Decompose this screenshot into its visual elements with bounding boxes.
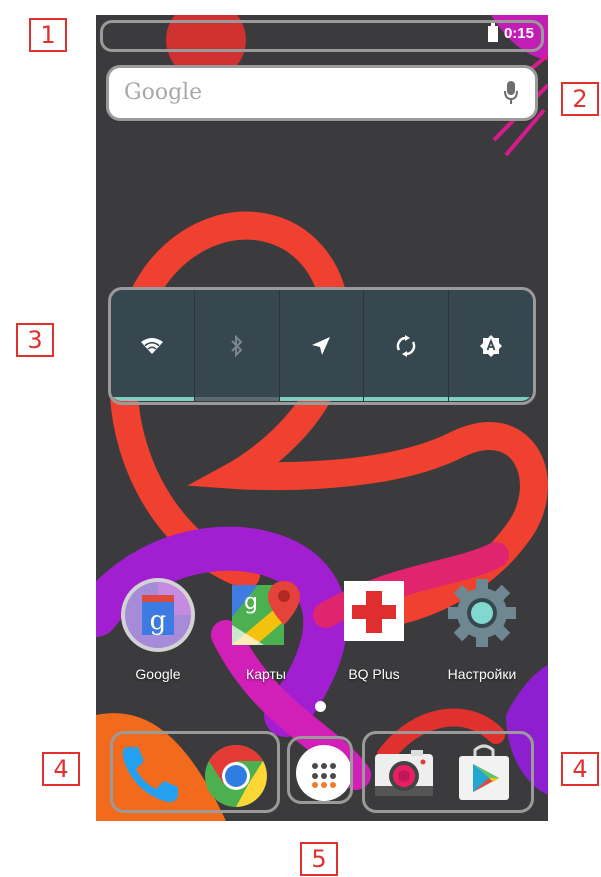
mic-icon[interactable] xyxy=(504,81,518,105)
callout-4-right: 4 xyxy=(561,752,599,786)
qs-state-bar xyxy=(279,397,364,401)
dock-chrome[interactable] xyxy=(203,743,269,809)
location-icon xyxy=(312,336,331,355)
qs-tile-wifi[interactable] xyxy=(110,290,195,401)
callout-2: 2 xyxy=(561,82,599,116)
qs-tile-auto-brightness[interactable] xyxy=(449,290,533,401)
qs-state-bar xyxy=(449,397,533,401)
qs-state-bar xyxy=(364,397,449,401)
callout-3: 3 xyxy=(16,323,54,357)
app-settings[interactable]: Настройки xyxy=(432,577,532,682)
maps-icon: g xyxy=(232,581,300,645)
chrome-icon xyxy=(205,745,267,807)
auto-brightness-icon xyxy=(480,334,503,357)
page-indicator-dot xyxy=(315,701,326,712)
app-label: Google xyxy=(135,666,181,682)
quick-settings-widget xyxy=(110,290,533,401)
wifi-icon xyxy=(140,337,163,354)
callout-5: 5 xyxy=(300,842,338,876)
dock-play-store[interactable] xyxy=(451,740,517,806)
status-indicators: 0:15 xyxy=(487,22,534,42)
app-bq-plus[interactable]: BQ Plus xyxy=(324,577,424,682)
app-google[interactable]: g Google xyxy=(108,577,208,682)
settings-gear-icon xyxy=(448,579,516,647)
bluetooth-icon xyxy=(230,334,243,357)
callout-1: 1 xyxy=(29,18,67,52)
status-bar: 0:15 xyxy=(96,15,548,55)
qs-state-bar xyxy=(110,397,194,401)
camera-icon xyxy=(375,750,433,796)
qs-tile-sync[interactable] xyxy=(364,290,450,401)
status-time: 0:15 xyxy=(503,25,534,42)
dock-camera[interactable] xyxy=(371,740,437,806)
battery-icon xyxy=(487,22,498,42)
qs-tile-location[interactable] xyxy=(279,290,365,401)
dock-phone[interactable] xyxy=(118,741,184,807)
app-label: Карты xyxy=(246,666,286,682)
google-search-icon: g xyxy=(121,578,195,652)
dock-app-drawer[interactable] xyxy=(291,740,357,806)
svg-text:g: g xyxy=(150,606,167,636)
sync-icon xyxy=(397,334,416,357)
bq-plus-icon xyxy=(344,581,404,641)
svg-text:g: g xyxy=(244,590,258,615)
play-store-icon xyxy=(459,744,509,800)
qs-tile-bluetooth[interactable] xyxy=(194,290,280,401)
phone-icon xyxy=(122,747,178,803)
app-label: BQ Plus xyxy=(348,666,400,682)
wallpaper xyxy=(96,15,548,821)
app-maps[interactable]: g Карты xyxy=(216,577,316,682)
app-label: Настройки xyxy=(447,666,517,682)
google-search-widget[interactable]: Google xyxy=(108,67,536,119)
search-label: Google xyxy=(124,80,203,105)
callout-4-left: 4 xyxy=(42,752,80,786)
app-drawer-icon xyxy=(296,745,352,801)
qs-state-bar xyxy=(194,397,279,401)
phone-screen: 0:15 Google g Google g Карты BQ Plus Нас… xyxy=(96,15,548,821)
